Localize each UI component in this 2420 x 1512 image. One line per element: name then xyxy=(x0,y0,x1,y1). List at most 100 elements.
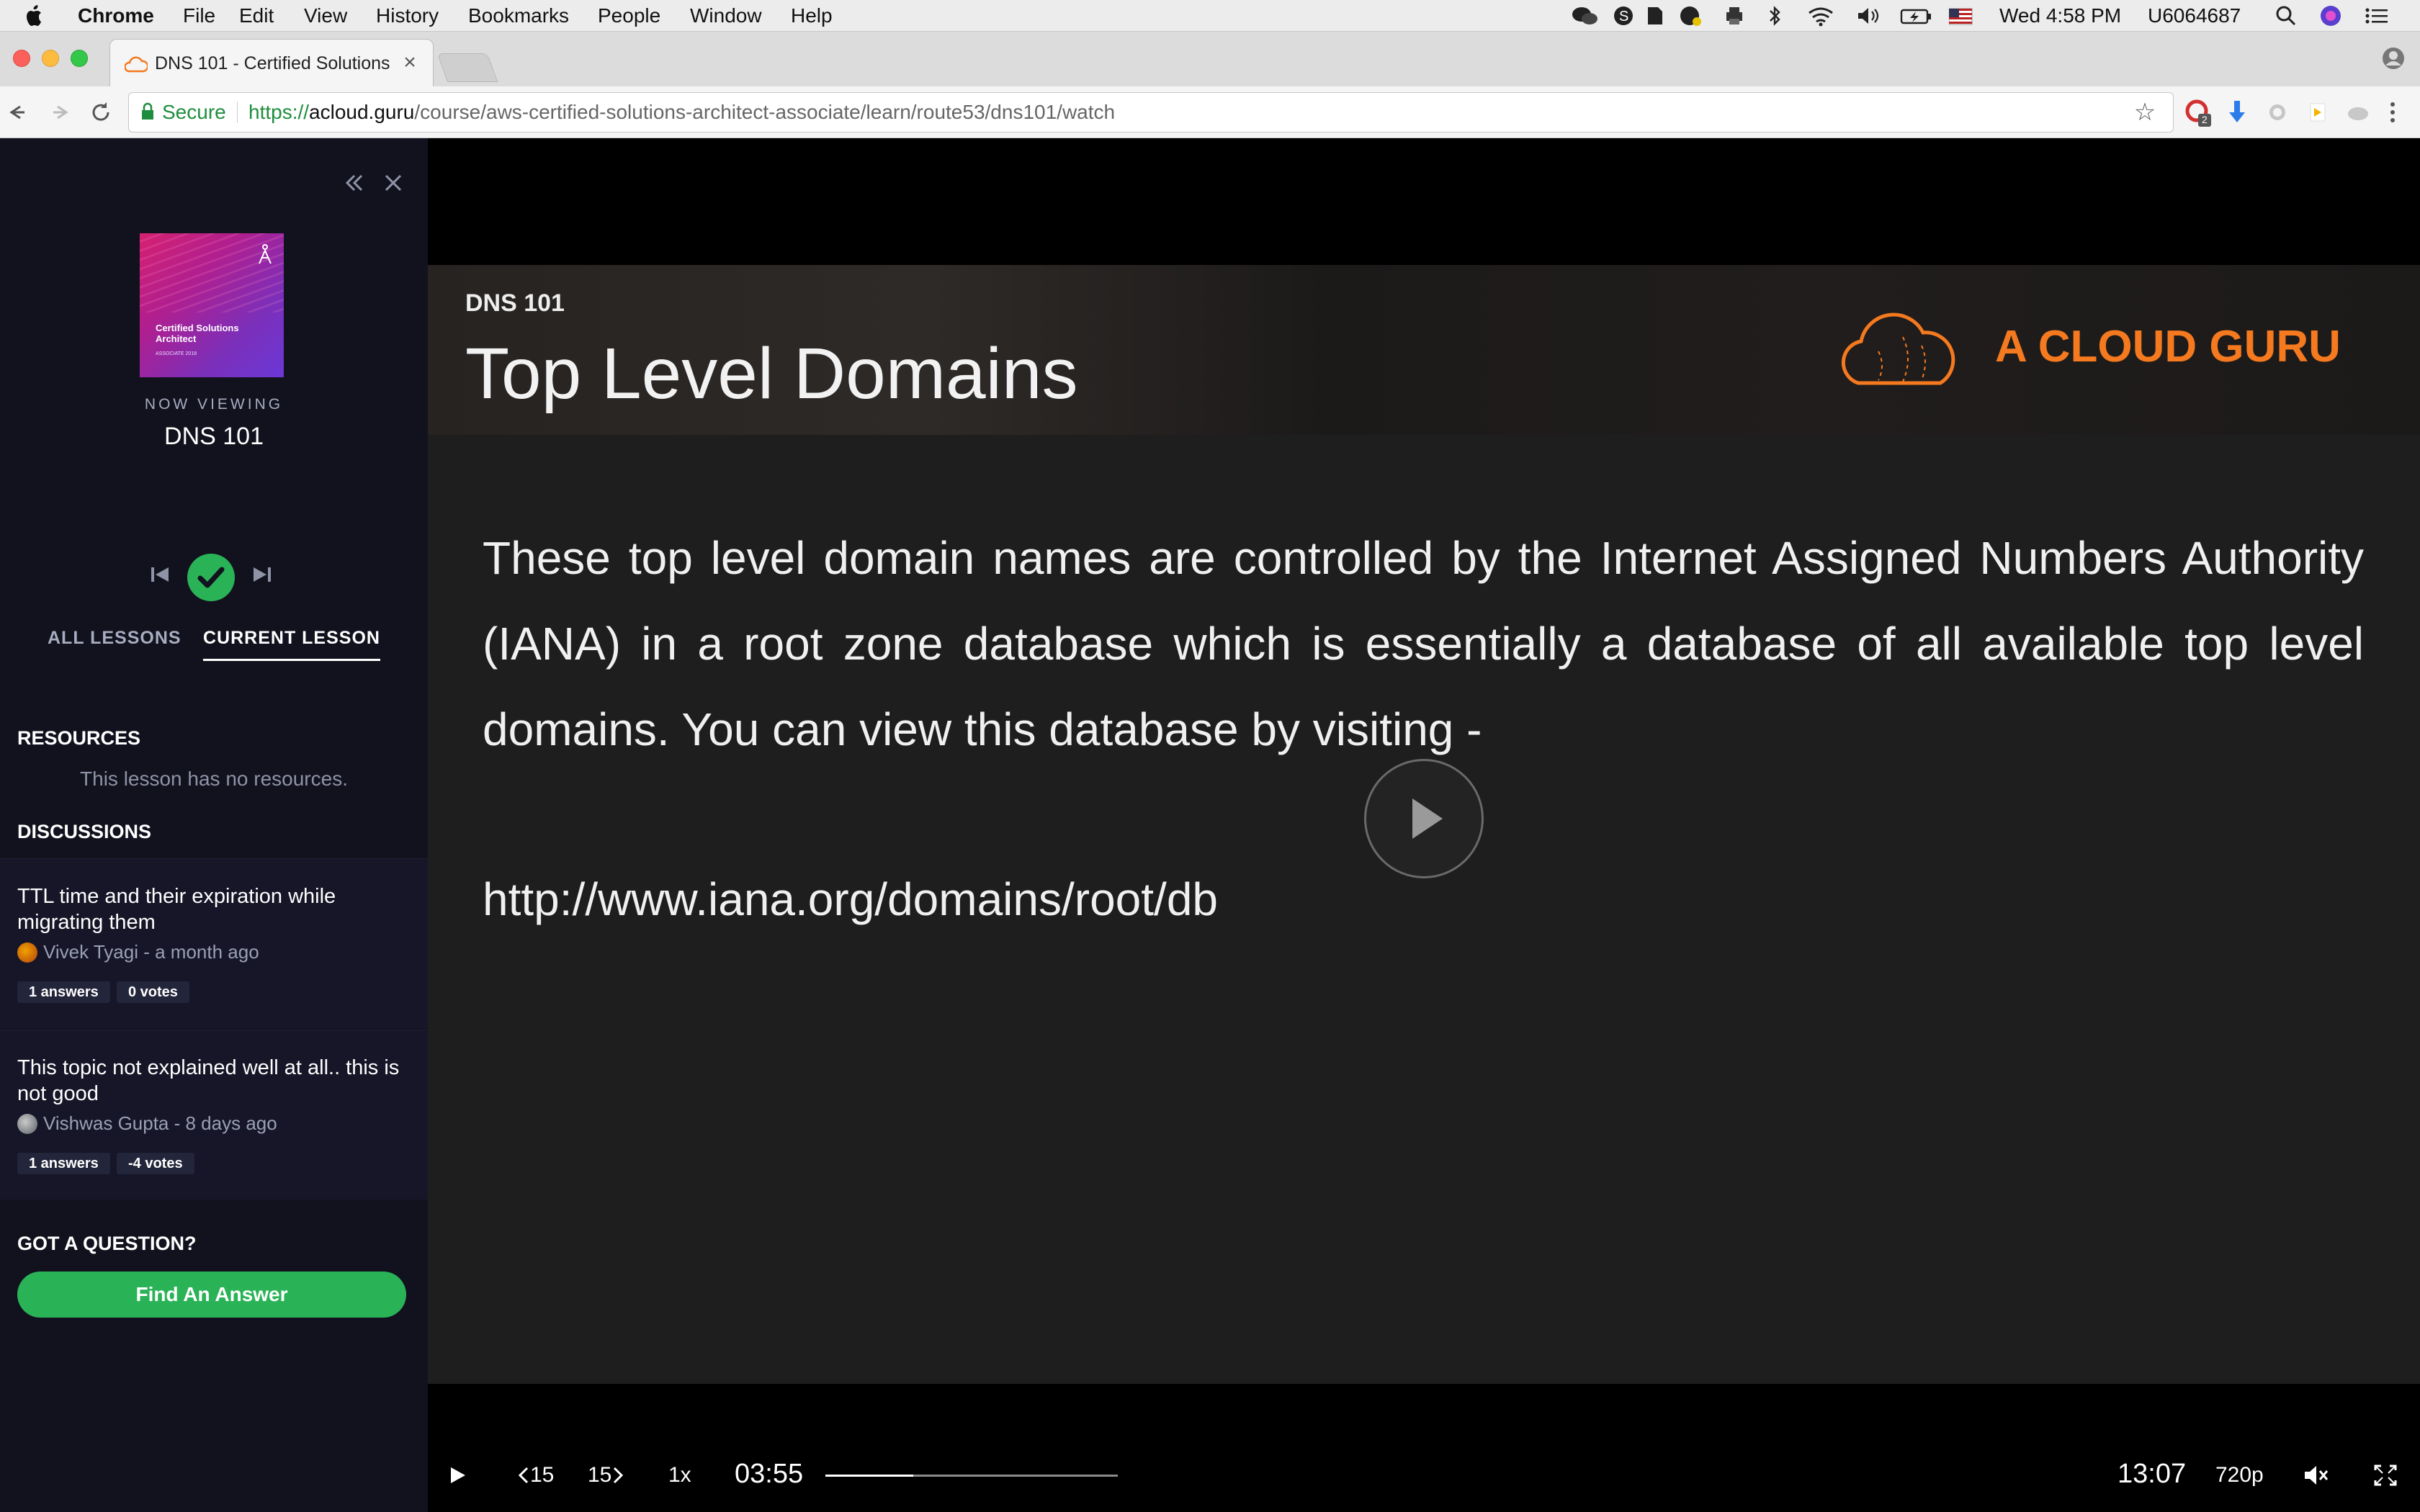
discussion-title[interactable]: TTL time and their expiration while migr… xyxy=(17,883,406,935)
notification-center-icon[interactable] xyxy=(2364,4,2390,27)
progress-bar[interactable] xyxy=(825,1475,1118,1477)
url-scheme: https:// xyxy=(248,101,310,123)
menu-edit[interactable]: Edit xyxy=(239,4,274,27)
find-an-answer-button[interactable]: Find An Answer xyxy=(17,1272,406,1318)
discussion-meta: Vishwas Gupta - 8 days ago xyxy=(17,1112,277,1135)
back-arrow-icon[interactable] xyxy=(4,96,36,128)
browser-tab-active[interactable]: DNS 101 - Certified Solutions A × xyxy=(109,39,434,86)
discussion-title[interactable]: This topic not explained well at all.. t… xyxy=(17,1055,406,1107)
battery-icon[interactable] xyxy=(1900,4,1932,27)
wifi-icon[interactable] xyxy=(1806,4,1835,27)
gray-circle-extension-icon[interactable] xyxy=(2262,96,2293,128)
course-thumbnail[interactable]: Certified Solutions Architect ASSOCIATE … xyxy=(140,233,284,377)
apple-icon[interactable] xyxy=(24,4,45,27)
menubar-user[interactable]: U6064687 xyxy=(2148,4,2241,27)
browser-tab-strip: DNS 101 - Certified Solutions A × xyxy=(0,32,2420,86)
maximize-window-button[interactable] xyxy=(71,50,88,67)
acloudguru-favicon-icon xyxy=(124,54,149,78)
discussion-item[interactable]: This topic not explained well at all.. t… xyxy=(0,1030,428,1200)
forward-arrow-icon[interactable] xyxy=(43,96,75,128)
url-path: /course/aws-certified-solutions-architec… xyxy=(414,101,1116,123)
player-controls: 15 15 1x 03:55 13:07 720p xyxy=(428,1384,2420,1512)
discussion-meta: Vivek Tyagi - a month ago xyxy=(17,941,259,963)
menu-bookmarks[interactable]: Bookmarks xyxy=(468,4,569,27)
video-player[interactable]: DNS 101 Top Level Domains A CLOUD GURU T… xyxy=(428,138,2420,1384)
answers-badge: 1 answers xyxy=(17,981,110,1003)
extension-red-icon[interactable]: 2 xyxy=(2182,96,2214,128)
menubar-clock[interactable]: Wed 4:58 PM xyxy=(1999,4,2121,27)
votes-badge: -4 votes xyxy=(117,1153,194,1174)
menu-app-name[interactable]: Chrome xyxy=(78,4,154,27)
votes-badge: 0 votes xyxy=(117,981,189,1003)
profile-icon[interactable] xyxy=(2381,46,2406,74)
bookmark-star-icon[interactable]: ☆ xyxy=(2130,97,2160,127)
current-time: 03:55 xyxy=(735,1459,804,1489)
menu-window[interactable]: Window xyxy=(690,4,762,27)
rewind-15-button[interactable]: 15 xyxy=(517,1457,554,1493)
yellow-extension-icon[interactable] xyxy=(2302,96,2334,128)
us-flag-icon[interactable] xyxy=(1948,4,1973,27)
resources-heading: RESOURCES xyxy=(17,727,141,749)
close-sidebar-icon[interactable] xyxy=(377,167,409,199)
progress-fill xyxy=(825,1475,913,1477)
menu-help[interactable]: Help xyxy=(791,4,833,27)
evernote-icon[interactable] xyxy=(1644,4,1665,27)
extension-badge: 2 xyxy=(2202,114,2208,125)
previous-lesson-icon[interactable] xyxy=(145,560,174,589)
secure-label: Secure xyxy=(162,101,226,123)
menu-view[interactable]: View xyxy=(304,4,347,27)
tab-close-icon[interactable]: × xyxy=(398,50,421,76)
thumbnail-subtitle: ASSOCIATE 2018 xyxy=(156,351,197,356)
bluetooth-icon[interactable] xyxy=(1766,4,1783,27)
spotlight-search-icon[interactable] xyxy=(2275,4,2298,27)
browser-toolbar: Secure https://acloud.guru/course/aws-ce… xyxy=(0,86,2420,138)
collapse-sidebar-icon[interactable] xyxy=(339,167,370,199)
mute-icon[interactable] xyxy=(2302,1457,2331,1493)
check-icon xyxy=(197,567,225,588)
minimize-window-button[interactable] xyxy=(42,50,59,67)
notification-icon[interactable] xyxy=(1678,4,1704,27)
current-lesson-name: DNS 101 xyxy=(164,423,264,450)
url-text[interactable]: https://acloud.guru/course/aws-certified… xyxy=(248,93,1115,132)
address-bar[interactable]: Secure https://acloud.guru/course/aws-ce… xyxy=(128,92,2174,132)
rewind-chevron-icon xyxy=(518,1467,529,1484)
skype-icon[interactable]: S xyxy=(1612,4,1635,27)
play-button-icon[interactable] xyxy=(445,1457,471,1493)
slide-kicker: DNS 101 xyxy=(465,289,565,317)
tab-current-lesson[interactable]: CURRENT LESSON xyxy=(203,628,380,661)
secure-indicator[interactable]: Secure xyxy=(140,93,226,132)
tab-title: DNS 101 - Certified Solutions A xyxy=(155,53,393,73)
quality-button[interactable]: 720p xyxy=(2215,1457,2264,1493)
close-window-button[interactable] xyxy=(13,50,30,67)
menu-file[interactable]: File xyxy=(183,4,215,27)
mark-complete-button[interactable] xyxy=(187,554,235,601)
url-host: acloud.guru xyxy=(309,101,415,123)
printer-icon[interactable] xyxy=(1723,4,1746,27)
play-overlay-button[interactable] xyxy=(1364,759,1484,878)
thumbnail-logo-icon xyxy=(256,243,274,269)
macos-menu-bar: Chrome File Edit View History Bookmarks … xyxy=(0,0,2420,32)
volume-icon[interactable] xyxy=(1855,4,1883,27)
discussion-item[interactable]: TTL time and their expiration while migr… xyxy=(0,858,428,1028)
duration: 13:07 xyxy=(2118,1459,2187,1489)
download-extension-icon[interactable] xyxy=(2221,96,2253,128)
playback-speed-button[interactable]: 1x xyxy=(668,1457,691,1493)
slide-link-text: http://www.iana.org/domains/root/db xyxy=(483,873,1218,925)
next-lesson-icon[interactable] xyxy=(248,560,277,589)
chrome-menu-icon[interactable] xyxy=(2377,96,2408,128)
fullscreen-icon[interactable] xyxy=(2371,1457,2400,1493)
siri-icon[interactable] xyxy=(2319,4,2342,27)
tab-all-lessons[interactable]: ALL LESSONS xyxy=(48,628,182,649)
avatar xyxy=(17,1114,37,1134)
reload-icon[interactable] xyxy=(85,96,117,128)
forward-label: 15 xyxy=(588,1463,612,1487)
video-letterbox-top xyxy=(428,138,2420,265)
discussion-author: Vivek Tyagi - a month ago xyxy=(43,941,259,963)
menu-history[interactable]: History xyxy=(376,4,439,27)
thumbnail-title: Certified Solutions Architect xyxy=(156,323,239,344)
cloud-extension-icon[interactable] xyxy=(2342,96,2374,128)
forward-15-button[interactable]: 15 xyxy=(588,1457,624,1493)
wechat-icon[interactable] xyxy=(1570,4,1599,27)
menu-people[interactable]: People xyxy=(598,4,660,27)
new-tab-button[interactable] xyxy=(436,53,498,82)
